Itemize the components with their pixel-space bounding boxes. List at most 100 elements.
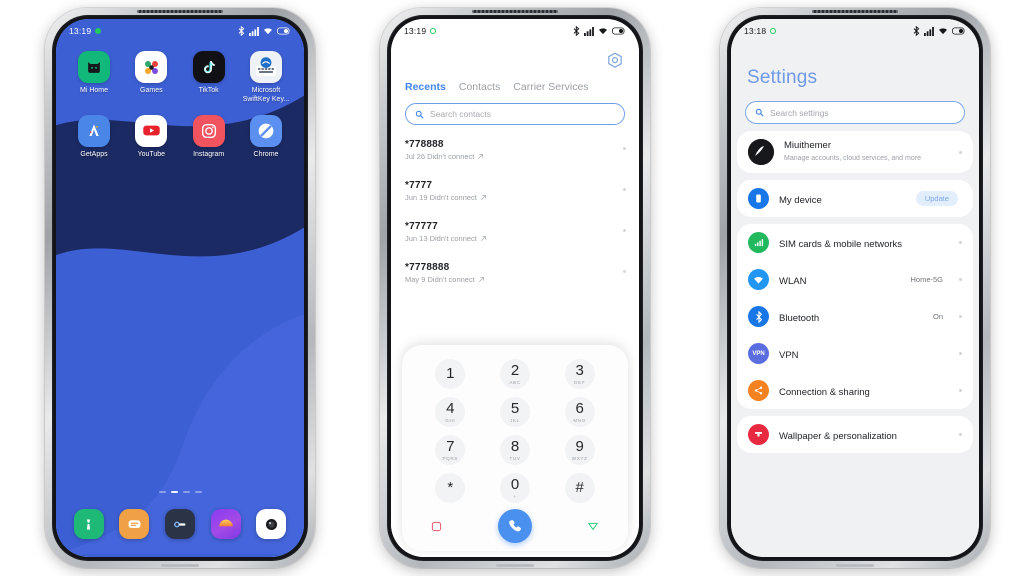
app-games[interactable]: Games xyxy=(123,51,179,105)
bluetooth-title: Bluetooth xyxy=(779,312,820,324)
app-mi-home[interactable]: Mi Home xyxy=(66,51,122,105)
call-detail: Jun 13 Didn't connect xyxy=(405,234,625,243)
call-handset-icon xyxy=(508,520,521,532)
screenshot-stage: 13:19 Mi Home Games TikTok Microsoft Swi… xyxy=(0,0,1024,576)
key-hash[interactable]: # xyxy=(547,471,612,505)
outgoing-arrow-icon xyxy=(481,195,486,200)
tab-carrier-services[interactable]: Carrier Services xyxy=(513,81,588,93)
settings-group-personalization: Wallpaper & personalization xyxy=(737,416,973,453)
key-6[interactable]: 6 MNO xyxy=(547,395,612,429)
page-dot[interactable] xyxy=(194,491,202,493)
key-3[interactable]: 3 DEF xyxy=(547,357,612,391)
table-row[interactable]: *7777 Jun 19 Didn't connect xyxy=(391,174,639,215)
sidebar-item-vpn[interactable]: VPN VPN xyxy=(737,335,973,372)
call-button[interactable] xyxy=(497,509,532,543)
camera-dock-icon[interactable] xyxy=(256,509,287,539)
key-letters: PQRS xyxy=(442,456,459,461)
phone-home-screen: 13:19 Mi Home Games TikTok Microsoft Swi… xyxy=(45,8,315,568)
key-letters: + xyxy=(513,494,517,499)
search-settings-bar[interactable]: Search settings xyxy=(745,101,965,124)
status-bar-settings: 13:18 xyxy=(731,19,979,43)
tab-contacts[interactable]: Contacts xyxy=(459,81,500,93)
sidebar-item-wallpaper[interactable]: Wallpaper & personalization xyxy=(737,416,973,453)
chevron-dot-icon xyxy=(959,352,962,355)
app-instagram[interactable]: Instagram xyxy=(181,114,237,160)
battery-icon xyxy=(952,27,965,35)
key-5[interactable]: 5 JKL xyxy=(483,395,548,429)
table-row[interactable]: *7778888 May 9 Didn't connect xyxy=(391,256,639,297)
page-dot-active[interactable] xyxy=(170,491,178,493)
app-tiktok[interactable]: TikTok xyxy=(181,51,237,105)
bluetooth-icon xyxy=(573,26,580,36)
recording-dot-icon xyxy=(95,28,102,34)
connection-text: Connection & sharing xyxy=(779,382,949,400)
key-0[interactable]: 0 + xyxy=(483,471,548,505)
vpn-title: VPN xyxy=(779,349,799,361)
row-more-icon[interactable] xyxy=(623,188,626,191)
call-detail-text: Jun 19 Didn't connect xyxy=(405,193,477,202)
app-youtube[interactable]: YouTube xyxy=(123,114,179,160)
brush-icon xyxy=(748,424,769,445)
key-digit: * xyxy=(447,478,454,496)
row-more-icon[interactable] xyxy=(623,147,626,150)
phone-dock-icon[interactable] xyxy=(73,509,104,539)
app-swiftkey[interactable]: Microsoft SwiftKey Key... xyxy=(238,51,294,105)
page-indicator[interactable] xyxy=(56,491,304,493)
sidebar-item-sim-cards[interactable]: SIM cards & mobile networks xyxy=(737,224,973,261)
messages-dock-icon[interactable] xyxy=(119,509,150,539)
key-4[interactable]: 4 GHI xyxy=(418,395,483,429)
table-row[interactable]: *77777 Jun 13 Didn't connect xyxy=(391,215,639,256)
search-contacts-bar[interactable]: Search contacts xyxy=(405,103,625,125)
sidebar-item-wlan[interactable]: WLAN Home-5G xyxy=(737,261,973,298)
instagram-icon xyxy=(192,114,225,147)
sidebar-item-connection-sharing[interactable]: Connection & sharing xyxy=(737,372,973,409)
key-digit: 7 xyxy=(446,438,455,455)
key-8[interactable]: 8 TUV xyxy=(483,433,548,467)
sidebar-item-bluetooth[interactable]: Bluetooth On xyxy=(737,298,973,335)
page-dot[interactable] xyxy=(182,491,190,493)
sidebar-item-account[interactable]: Miuithemer Manage accounts, cloud servic… xyxy=(737,131,973,173)
row-more-icon[interactable] xyxy=(623,229,626,232)
page-dot[interactable] xyxy=(158,491,166,493)
key-digit: 2 xyxy=(510,362,520,379)
call-number: *778888 xyxy=(405,139,444,150)
home-dock xyxy=(56,509,304,539)
app-row: GetApps YouTube Instagram Chrome xyxy=(66,114,294,160)
chevron-dot-icon xyxy=(959,433,962,436)
account-text: Miuithemer Manage accounts, cloud servic… xyxy=(784,140,949,164)
table-row[interactable]: *778888 Jul 26 Didn't connect xyxy=(391,133,639,174)
gallery-dock-icon[interactable] xyxy=(210,509,241,539)
key-1[interactable]: 1 xyxy=(418,357,483,391)
swiftkey-icon xyxy=(249,51,282,83)
device-title: My device xyxy=(779,194,822,206)
tab-recents[interactable]: Recents xyxy=(405,81,446,93)
wlan-value: Home-5G xyxy=(910,275,943,284)
settings-dock-icon[interactable] xyxy=(164,509,195,539)
settings-list[interactable]: Miuithemer Manage accounts, cloud servic… xyxy=(731,131,979,557)
app-getapps[interactable]: GetApps xyxy=(66,114,122,160)
dialpad-keys: 1 2 ABC 3 DEF 4 GHI 5 JKL 6 MNO 7 PQRS 8 TUV 9W… xyxy=(418,357,612,505)
square-recents-icon[interactable] xyxy=(430,520,443,533)
sim-title: SIM cards & mobile networks xyxy=(779,238,903,250)
call-detail-text: Jul 26 Didn't connect xyxy=(405,152,475,161)
key-7[interactable]: 7 PQRS xyxy=(418,433,483,467)
call-detail: Jun 19 Didn't connect xyxy=(405,193,625,202)
games-icon xyxy=(135,51,168,83)
status-left: 13:19 xyxy=(404,26,437,36)
app-chrome[interactable]: Chrome xyxy=(238,114,294,160)
sidebar-item-my-device[interactable]: My device Update xyxy=(737,180,973,217)
row-more-icon[interactable] xyxy=(623,270,626,273)
call-detail: May 9 Didn't connect xyxy=(405,275,625,284)
settings-gear-icon[interactable] xyxy=(605,51,625,71)
triangle-back-icon[interactable] xyxy=(586,519,600,533)
key-9[interactable]: 9 WXYZ xyxy=(547,433,612,467)
phone-bezel: 13:19 Recents Contacts Carrier Services … xyxy=(387,10,643,567)
update-badge[interactable]: Update xyxy=(915,191,958,206)
bluetooth-text: Bluetooth xyxy=(779,308,923,326)
app-grid: Mi Home Games TikTok Microsoft SwiftKey … xyxy=(56,51,304,169)
status-left: 13:18 xyxy=(744,26,777,36)
bottom-nub xyxy=(161,564,199,567)
key-2[interactable]: 2 ABC xyxy=(483,357,548,391)
key-star[interactable]: * xyxy=(418,471,483,505)
bluetooth-icon xyxy=(748,306,769,327)
